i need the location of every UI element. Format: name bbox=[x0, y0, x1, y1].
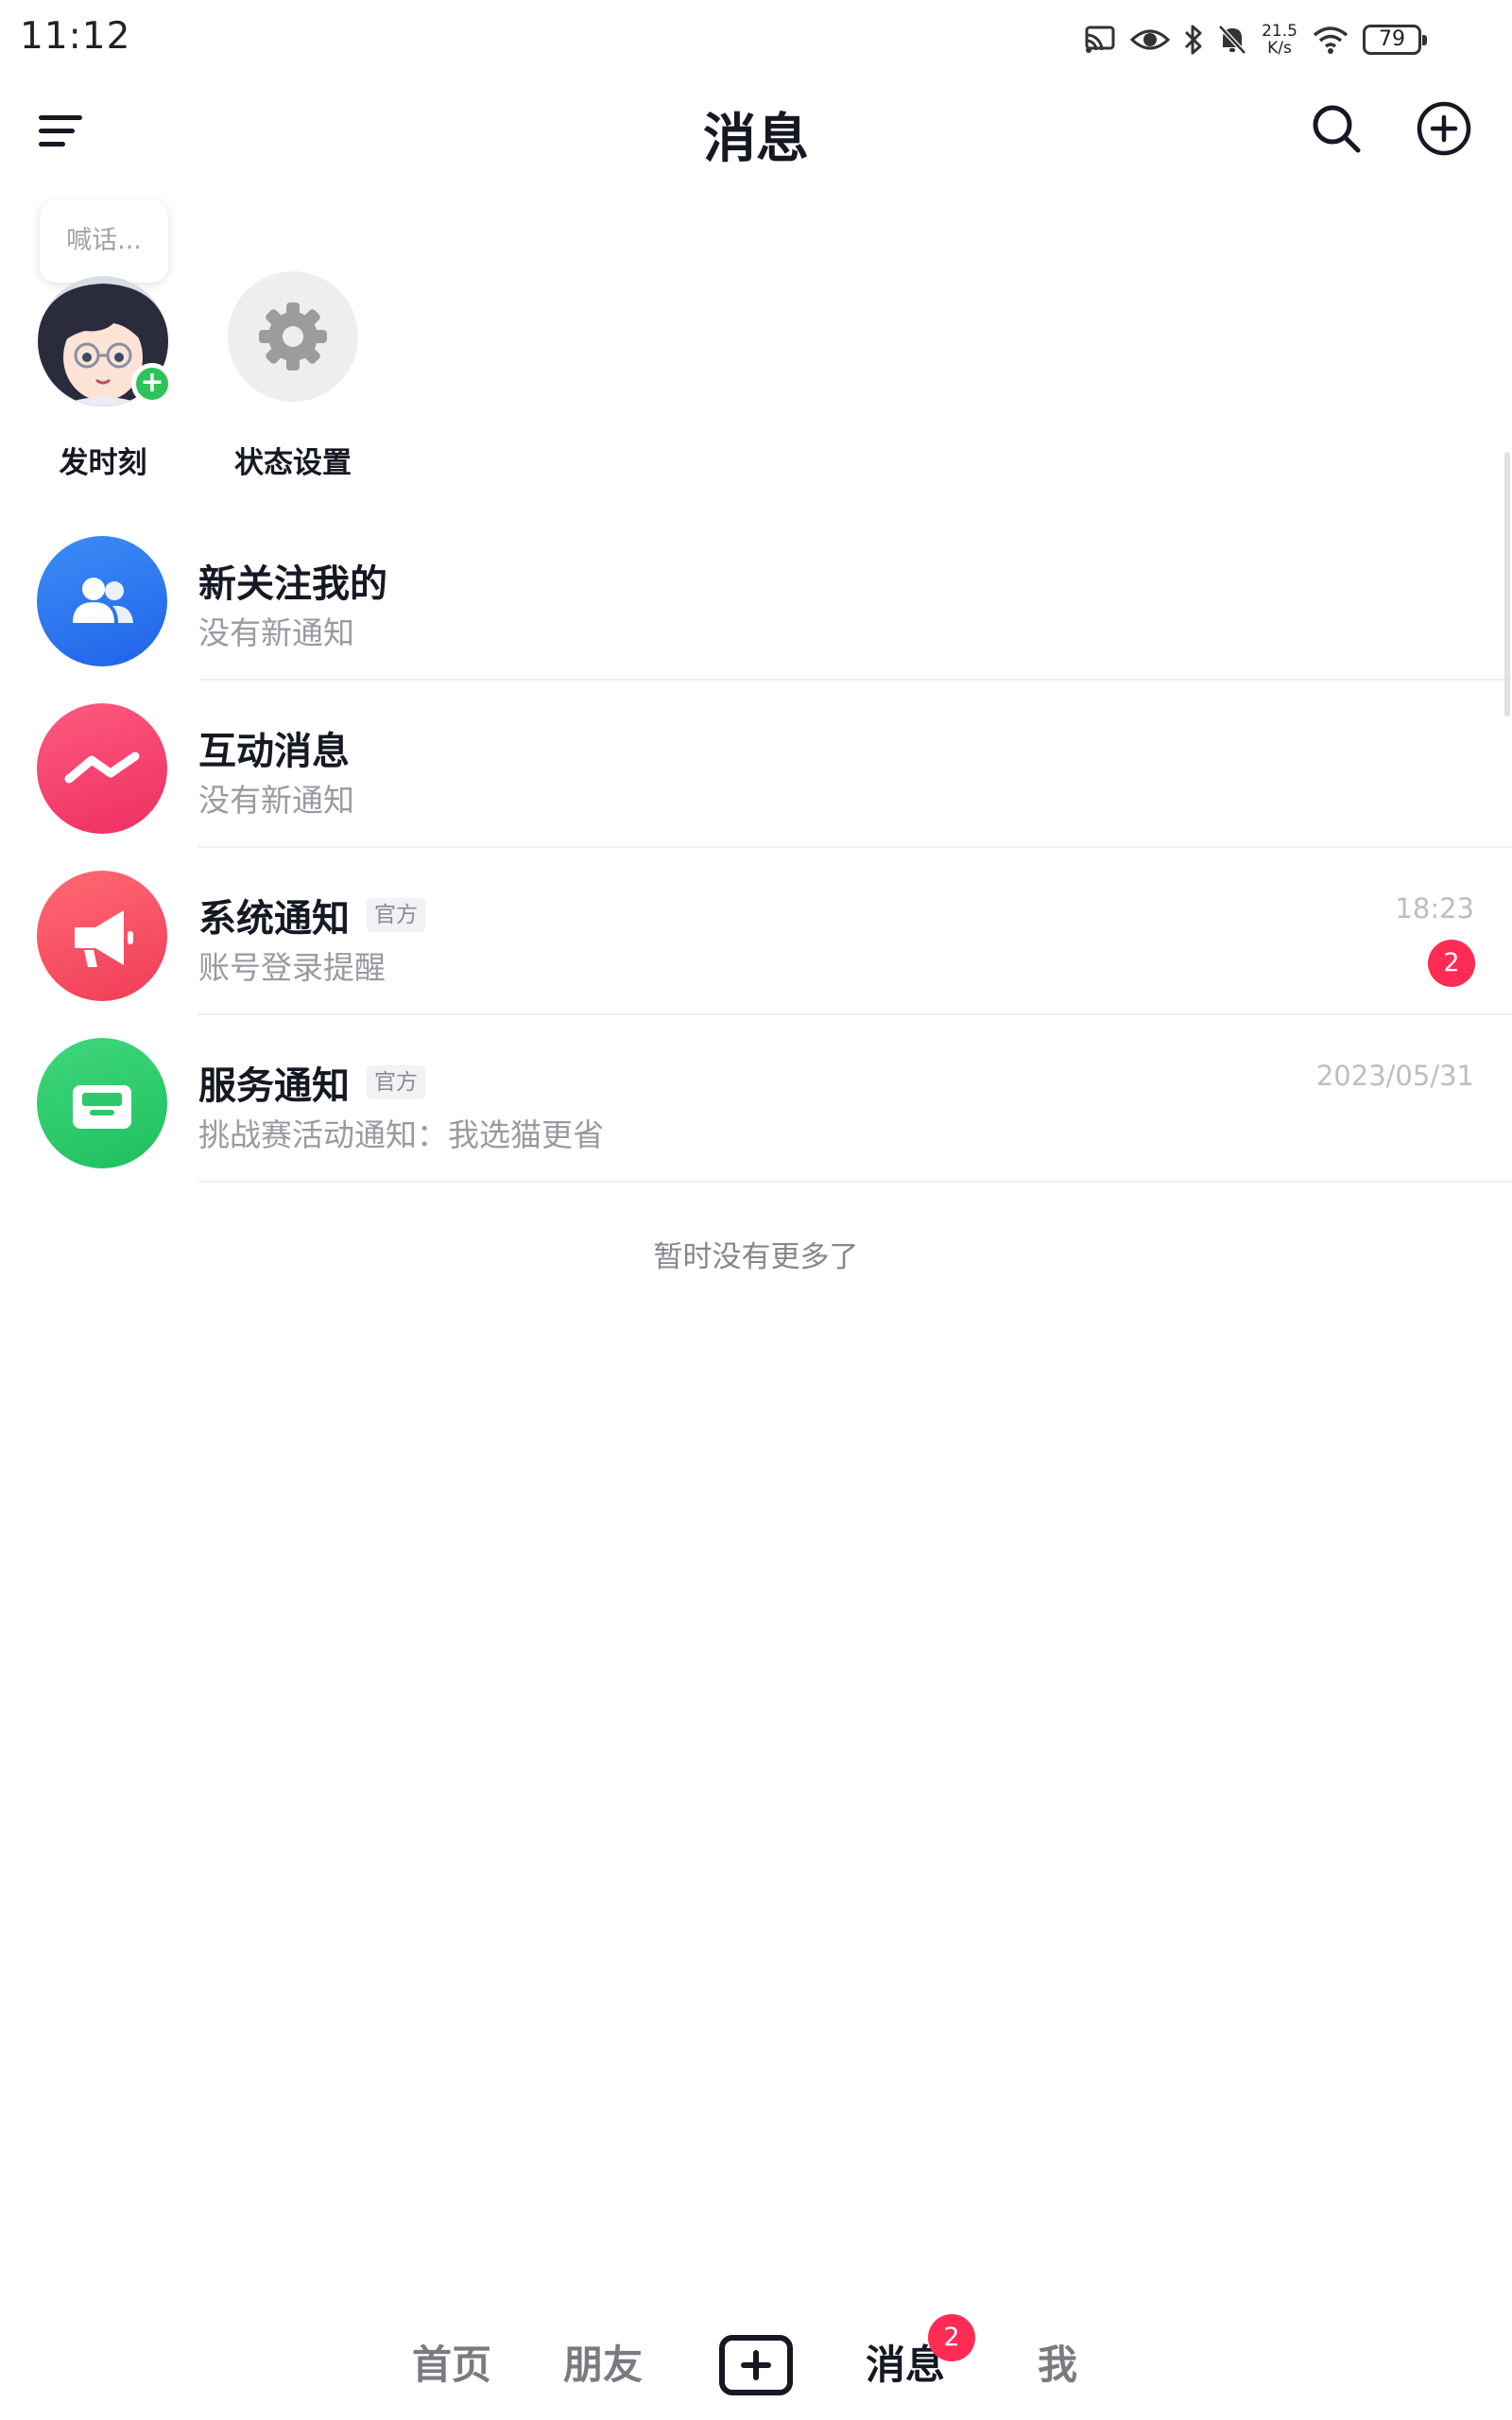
list-item-title: 互动消息 bbox=[198, 730, 350, 773]
users-icon bbox=[37, 536, 167, 666]
status-icons: 21.5 K/s 79 bbox=[1083, 17, 1427, 62]
inbox-icon bbox=[37, 1038, 167, 1168]
unread-badge: 2 bbox=[1428, 940, 1475, 987]
list-item-title: 服务通知 bbox=[198, 1064, 350, 1108]
plus-square-icon[interactable] bbox=[719, 2335, 793, 2395]
list-item-time: 18:23 bbox=[1395, 892, 1474, 925]
wave-icon bbox=[37, 703, 167, 834]
page-title: 消息 bbox=[703, 109, 809, 170]
divider bbox=[198, 1181, 1512, 1183]
list-item-interactions[interactable]: 互动消息 没有新通知 bbox=[0, 681, 1512, 848]
net-speed-unit: K/s bbox=[1267, 39, 1292, 58]
list-item-time: 2023/05/31 bbox=[1315, 1060, 1474, 1092]
list-item-subtitle: 挑战赛活动通知：我选猫更省 bbox=[198, 1116, 604, 1153]
status-settings-label[interactable]: 状态设置 bbox=[208, 439, 378, 481]
wifi-icon bbox=[1312, 25, 1349, 55]
net-speed-value: 21.5 bbox=[1262, 22, 1297, 41]
header: 消息 bbox=[0, 79, 1512, 178]
list-item-system-notice[interactable]: 系统通知 官方 账号登录提醒 18:23 bbox=[0, 848, 1512, 1015]
net-speed: 21.5 K/s bbox=[1261, 23, 1298, 57]
scrollbar[interactable] bbox=[1504, 452, 1510, 717]
bluetooth-icon bbox=[1183, 24, 1204, 56]
list-item-service-notice[interactable]: 服务通知 官方 挑战赛活动通知：我选猫更省 2023/05/31 bbox=[0, 1015, 1512, 1183]
nav-friends[interactable]: 朋友 bbox=[563, 2333, 643, 2391]
eye-icon bbox=[1130, 26, 1170, 54]
bottom-nav: 首页 朋友 消息 我 bbox=[0, 2307, 1512, 2420]
list-item-subtitle: 没有新通知 bbox=[198, 614, 354, 651]
search-icon[interactable] bbox=[1306, 98, 1366, 159]
post-moment-plus-icon[interactable]: + bbox=[131, 363, 173, 405]
add-circle-icon[interactable] bbox=[1414, 98, 1474, 159]
list-item-subtitle: 没有新通知 bbox=[198, 782, 354, 819]
cast-icon bbox=[1083, 25, 1117, 55]
post-moment-label[interactable]: 发时刻 bbox=[18, 439, 188, 481]
list-item-title: 新关注我的 bbox=[198, 562, 387, 606]
official-tag: 官方 bbox=[367, 898, 425, 932]
status-time: 11:12 bbox=[20, 15, 131, 58]
status-settings-button[interactable] bbox=[228, 271, 358, 402]
nav-home[interactable]: 首页 bbox=[412, 2333, 491, 2391]
official-tag: 官方 bbox=[367, 1065, 425, 1099]
list-item-title: 系统通知 bbox=[198, 897, 350, 941]
shout-bubble[interactable]: 喊话... bbox=[40, 199, 168, 283]
megaphone-icon bbox=[37, 871, 167, 1001]
list-item-new-followers[interactable]: 新关注我的 没有新通知 bbox=[0, 513, 1512, 681]
mute-bell-icon bbox=[1217, 24, 1247, 56]
status-bar: 11:12 21.5 K/s 79 bbox=[0, 0, 1512, 79]
no-more-text: 暂时没有更多了 bbox=[653, 1240, 859, 1274]
battery-icon: 79 bbox=[1363, 25, 1427, 55]
gear-icon bbox=[259, 302, 327, 371]
nav-message-badge: 2 bbox=[928, 2314, 975, 2361]
nav-me[interactable]: 我 bbox=[1038, 2333, 1077, 2391]
list-item-subtitle: 账号登录提醒 bbox=[198, 949, 386, 986]
